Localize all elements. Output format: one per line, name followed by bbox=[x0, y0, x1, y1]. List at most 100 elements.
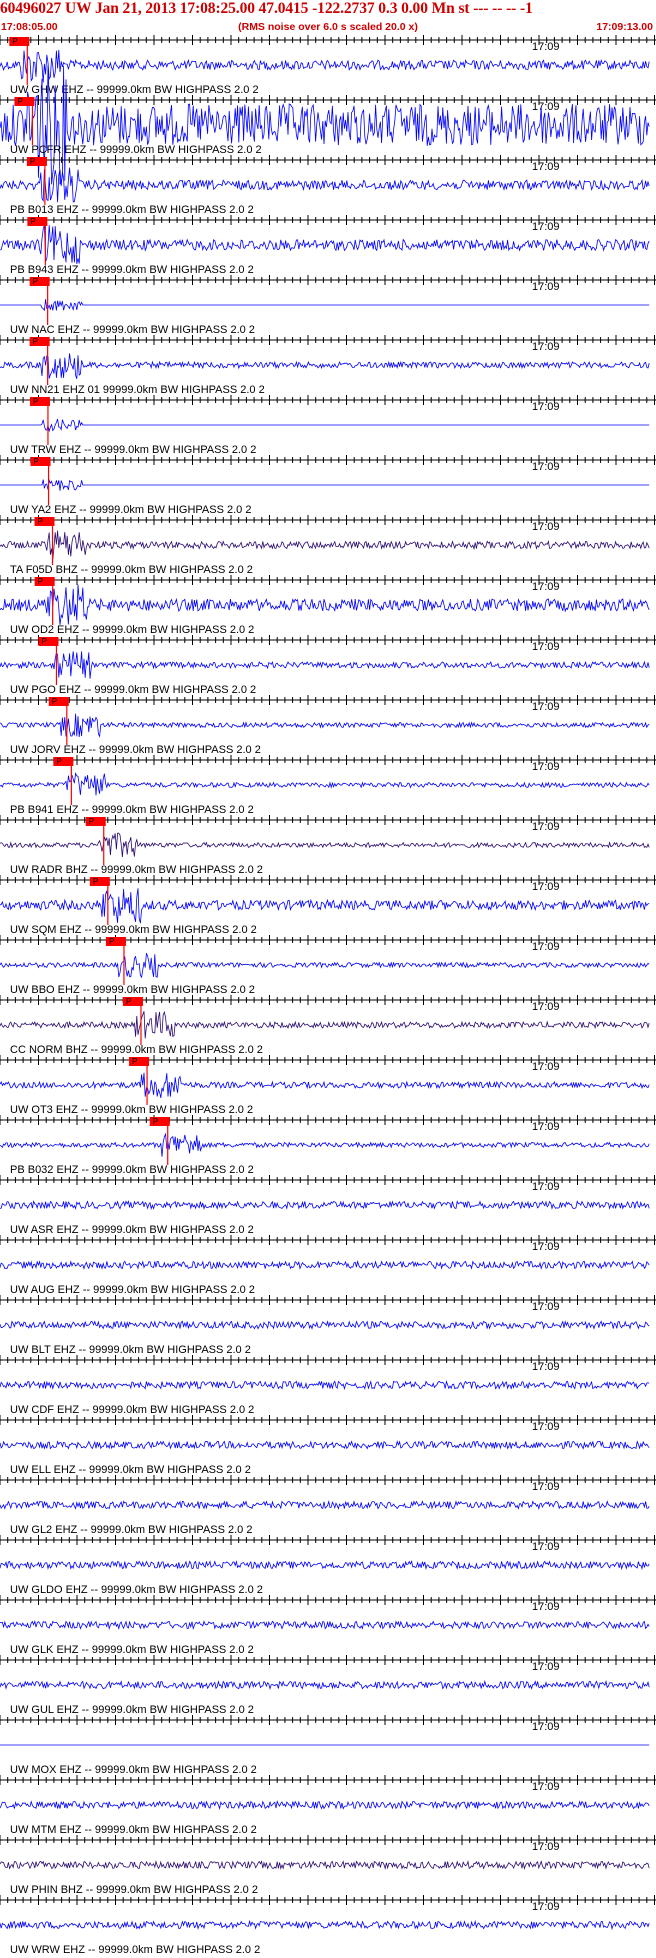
station-trace: 17:09 P PB B941 EHZ -- 99999.0km BW HIGHPA… bbox=[0, 755, 656, 816]
time-tick-label: 17:09 bbox=[532, 281, 560, 293]
end-time-label: 17:09:13.00 bbox=[596, 21, 653, 33]
station-trace: 17:09 UW PHIN BHZ -- 99999.0km BW HIGHPAS… bbox=[0, 1835, 656, 1896]
time-tick-label: 17:09 bbox=[532, 581, 560, 593]
waveform bbox=[0, 49, 650, 83]
station-trace: 17:09 P UW YA2 EHZ -- 99999.0km BW HIGHPAS… bbox=[0, 455, 656, 516]
pick-label: P bbox=[30, 157, 35, 166]
station-label: UW ELL EHZ -- 99999.0km BW HIGHPASS 2.0 … bbox=[10, 1464, 251, 1476]
time-tick-label: 17:09 bbox=[532, 521, 560, 533]
station-label: UW PCFR EHZ -- 99999.0km BW HIGHPASS 2.0… bbox=[10, 144, 262, 156]
pick-label: P bbox=[56, 757, 61, 766]
station-trace: 17:09 UW GLK EHZ -- 99999.0km BW HIGHPASS… bbox=[0, 1595, 656, 1656]
time-tick-label: 17:09 bbox=[532, 1361, 560, 1373]
station-label: TA F05D BHZ -- 99999.0km BW HIGHPASS 2.0… bbox=[10, 564, 253, 576]
pick-label: P bbox=[52, 697, 57, 706]
waveform bbox=[0, 832, 650, 858]
waveform bbox=[0, 953, 650, 979]
station-trace: 17:09 P UW NAC EHZ -- 99999.0km BW HIGHPAS… bbox=[0, 275, 656, 336]
time-tick-label: 17:09 bbox=[532, 1301, 560, 1313]
pick-label: P bbox=[38, 517, 43, 526]
time-tick-label: 17:09 bbox=[532, 1001, 560, 1013]
pick-label: P bbox=[41, 637, 46, 646]
station-label: UW CDF EHZ -- 99999.0km BW HIGHPASS 2.0 … bbox=[10, 1404, 254, 1416]
station-trace: 17:09 P UW TRW EHZ -- 99999.0km BW HIGHPAS… bbox=[0, 395, 656, 456]
station-trace: 17:09 P PB B032 EHZ -- 99999.0km BW HIGHPA… bbox=[0, 1115, 656, 1176]
waveform bbox=[0, 299, 650, 312]
station-label: PB B941 EHZ -- 99999.0km BW HIGHPASS 2.0… bbox=[10, 804, 254, 816]
time-tick-label: 17:09 bbox=[532, 881, 560, 893]
time-tick-label: 17:09 bbox=[532, 1661, 560, 1673]
time-tick-label: 17:09 bbox=[532, 1421, 560, 1433]
time-tick-label: 17:09 bbox=[532, 941, 560, 953]
station-label: UW JORV EHZ -- 99999.0km BW HIGHPASS 2.0… bbox=[10, 744, 261, 756]
station-label: UW YA2 EHZ -- 99999.0km BW HIGHPASS 2.0 … bbox=[10, 504, 251, 516]
plot-header: 60496027 UW Jan 21, 2013 17:08:25.00 47.… bbox=[0, 0, 656, 38]
station-label: UW BLT EHZ -- 99999.0km BW HIGHPASS 2.0 … bbox=[10, 1344, 251, 1356]
waveform bbox=[0, 888, 650, 924]
waveform bbox=[0, 1919, 650, 1931]
waveform bbox=[0, 1799, 650, 1810]
waveform bbox=[0, 651, 650, 679]
station-label: UW AUG EHZ -- 99999.0km BW HIGHPASS 2.0 … bbox=[10, 1284, 255, 1296]
time-tick-label: 17:09 bbox=[532, 1601, 560, 1613]
station-label: PB B013 EHZ -- 99999.0km BW HIGHPASS 2.0… bbox=[10, 204, 254, 216]
pick-label: P bbox=[33, 397, 38, 406]
station-trace: 17:09PUW GHW EHZ -- 99999.0km BW HIGHPAS… bbox=[0, 35, 656, 96]
time-tick-label: 17:09 bbox=[532, 1121, 560, 1133]
station-trace: 17:09 UW GL2 EHZ -- 99999.0km BW HIGHPASS… bbox=[0, 1475, 656, 1536]
station-trace: 17:09 UW MOX EHZ -- 99999.0km BW HIGHPASS… bbox=[0, 1715, 656, 1776]
waveform bbox=[0, 1619, 650, 1631]
pick-label: P bbox=[33, 277, 38, 286]
station-label: PB B032 EHZ -- 99999.0km BW HIGHPASS 2.0… bbox=[10, 1164, 254, 1176]
station-trace: 17:09 P UW PGO EHZ -- 99999.0km BW HIGHPAS… bbox=[0, 635, 656, 696]
station-label: UW PGO EHZ -- 99999.0km BW HIGHPASS 2.0 … bbox=[10, 684, 256, 696]
time-tick-label: 17:09 bbox=[532, 161, 560, 173]
station-trace: 17:09 P UW SQM EHZ -- 99999.0km BW HIGHPAS… bbox=[0, 875, 656, 936]
waveform bbox=[0, 1320, 650, 1330]
time-tick-label: 17:09 bbox=[532, 1901, 560, 1913]
pick-label: P bbox=[17, 97, 22, 106]
station-label: CC NORM BHZ -- 99999.0km BW HIGHPASS 2.0… bbox=[10, 1044, 263, 1056]
time-tick-label: 17:09 bbox=[532, 761, 560, 773]
station-label: PB B943 EHZ -- 99999.0km BW HIGHPASS 2.0… bbox=[10, 264, 254, 276]
station-trace: 17:09 P UW RADR BHZ -- 99999.0km BW HIGHPA… bbox=[0, 815, 656, 876]
station-trace: 17:09 P UW BBO EHZ -- 99999.0km BW HIGHPAS… bbox=[0, 935, 656, 996]
station-trace: 17:09 UW WRW EHZ -- 99999.0km BW HIGHPASS… bbox=[0, 1895, 656, 1956]
station-label: UW ASR EHZ -- 99999.0km BW HIGHPASS 2.0 … bbox=[10, 1224, 254, 1236]
waveform bbox=[0, 713, 650, 738]
time-tick-label: 17:09 bbox=[532, 1841, 560, 1853]
time-tick-label: 17:09 bbox=[532, 41, 560, 53]
station-trace: 17:09 UW CDF EHZ -- 99999.0km BW HIGHPASS… bbox=[0, 1355, 656, 1416]
waveform bbox=[0, 1379, 650, 1391]
time-tick-label: 17:09 bbox=[532, 641, 560, 653]
time-tick-label: 17:09 bbox=[532, 1241, 560, 1253]
time-tick-label: 17:09 bbox=[532, 401, 560, 413]
pick-label: P bbox=[109, 937, 114, 946]
waveform bbox=[0, 418, 650, 433]
station-trace: 17:09 UW GLDO EHZ -- 99999.0km BW HIGHPAS… bbox=[0, 1535, 656, 1596]
station-trace: 17:09 P PB B013 EHZ -- 99999.0km BW HIGHPA… bbox=[0, 155, 656, 216]
station-trace: 17:09 UW ASR EHZ -- 99999.0km BW HIGHPASS… bbox=[0, 1175, 656, 1236]
pick-label: P bbox=[153, 1117, 158, 1126]
station-trace: 17:09 P UW OD2 EHZ -- 99999.0km BW HIGHPAS… bbox=[0, 575, 656, 636]
station-trace: 17:09 P TA F05D BHZ -- 99999.0km BW HIGHPA… bbox=[0, 515, 656, 576]
station-label: UW PHIN BHZ -- 99999.0km BW HIGHPASS 2.0… bbox=[10, 1884, 258, 1896]
station-label: UW RADR BHZ -- 99999.0km BW HIGHPASS 2.0… bbox=[10, 864, 263, 876]
waveform bbox=[0, 1072, 650, 1098]
waveform bbox=[0, 1560, 650, 1571]
station-trace: 17:09 UW BLT EHZ -- 99999.0km BW HIGHPASS… bbox=[0, 1295, 656, 1356]
waveform bbox=[0, 478, 650, 491]
station-label: UW WRW EHZ -- 99999.0km BW HIGHPASS 2.0 … bbox=[10, 1944, 260, 1956]
station-label: UW SQM EHZ -- 99999.0km BW HIGHPASS 2.0 … bbox=[10, 924, 257, 936]
waveform bbox=[0, 1679, 650, 1691]
station-trace: 17:09 P CC NORM BHZ -- 99999.0km BW HIGHPA… bbox=[0, 995, 656, 1056]
waveform bbox=[0, 772, 650, 796]
time-tick-label: 17:09 bbox=[532, 821, 560, 833]
station-trace: 17:09 P UW OT3 EHZ -- 99999.0km BW HIGHPAS… bbox=[0, 1055, 656, 1116]
seismogram-plot: 17:09PUW GHW EHZ -- 99999.0km BW HIGHPAS… bbox=[0, 35, 656, 1956]
pick-label: P bbox=[33, 337, 38, 346]
station-trace: 17:09 P UW NN21 EHZ 01 99999.0km BW HIGHPA… bbox=[0, 335, 656, 396]
time-tick-label: 17:09 bbox=[532, 1181, 560, 1193]
station-label: UW BBO EHZ -- 99999.0km BW HIGHPASS 2.0 … bbox=[10, 984, 255, 996]
waveform bbox=[0, 530, 650, 560]
